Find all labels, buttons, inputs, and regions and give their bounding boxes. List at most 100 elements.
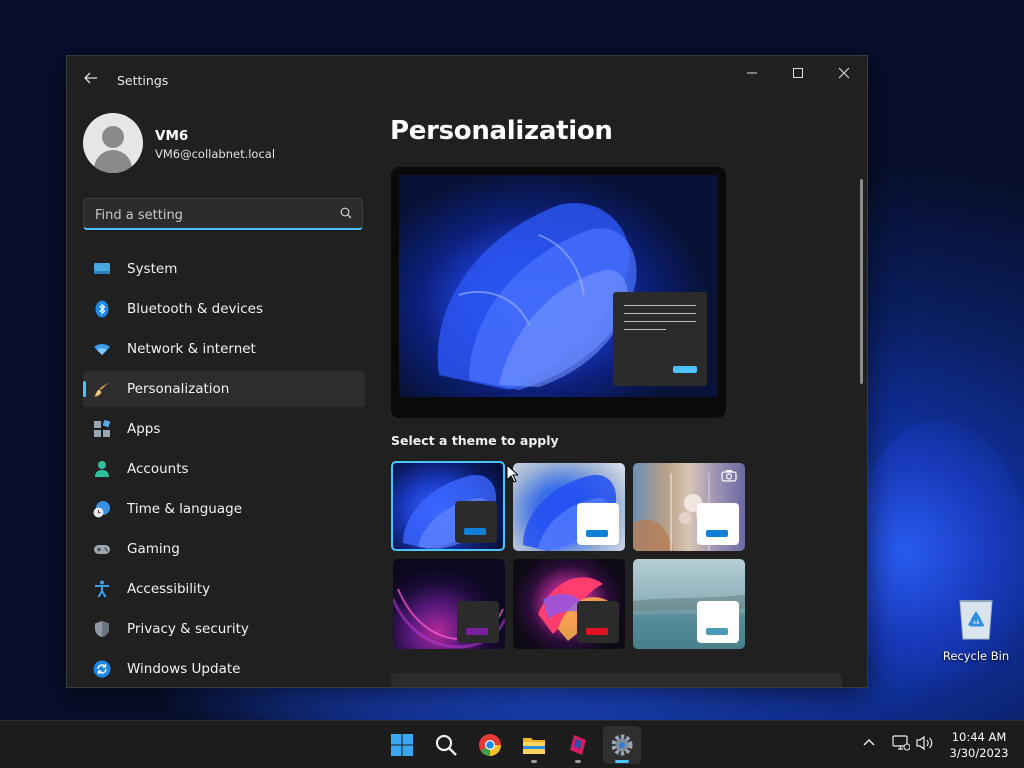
taskbar-search-button[interactable] xyxy=(427,726,465,764)
theme-tile-windows-dark[interactable] xyxy=(391,461,505,551)
accessibility-icon xyxy=(95,580,109,598)
theme-mini-button xyxy=(706,530,728,537)
wifi-icon xyxy=(94,344,110,355)
sidebar-item-network[interactable]: Network & internet xyxy=(83,331,365,367)
recycle-bin-label: Recycle Bin xyxy=(942,649,1010,663)
taskbar-file-explorer[interactable] xyxy=(515,726,553,764)
clock-time: 10:44 AM xyxy=(951,730,1007,744)
active-indicator xyxy=(83,381,86,397)
theme-mini-window xyxy=(455,501,497,543)
minimize-button[interactable] xyxy=(729,56,775,90)
maximize-icon xyxy=(793,68,803,78)
theme-mini-button xyxy=(464,528,486,535)
sidebar-item-label: Privacy & security xyxy=(127,621,249,637)
sidebar-nav: System Bluetooth & devices Network & int… xyxy=(83,251,365,687)
brush-icon xyxy=(94,382,109,397)
window-title: Settings xyxy=(117,73,169,88)
sidebar-item-apps[interactable]: Apps xyxy=(83,411,365,447)
chrome-icon xyxy=(479,734,501,756)
sidebar-item-label: Gaming xyxy=(127,541,180,557)
avatar-head xyxy=(102,126,124,148)
start-button[interactable] xyxy=(383,726,421,764)
accounts-icon xyxy=(95,461,109,477)
theme-tile-windows-spotlight[interactable] xyxy=(633,463,745,551)
sidebar-item-windows-update[interactable]: Windows Update xyxy=(83,651,365,687)
preview-text-line xyxy=(624,305,696,306)
apps-icon xyxy=(94,420,111,437)
theme-mini-window xyxy=(577,601,619,643)
taskbar-chrome[interactable] xyxy=(471,726,509,764)
back-button[interactable] xyxy=(80,69,102,91)
sidebar-item-label: Accounts xyxy=(127,461,189,477)
shield-icon xyxy=(95,621,109,637)
theme-mini-button xyxy=(586,628,608,635)
taskbar: 10:44 AM 3/30/2023 xyxy=(0,720,1024,768)
preview-text-line xyxy=(624,329,666,330)
page-title: Personalization xyxy=(390,116,613,146)
desktop-wallpaper-bloom xyxy=(850,420,1024,710)
preview-text-line xyxy=(624,313,696,314)
sidebar-item-privacy-security[interactable]: Privacy & security xyxy=(83,611,365,647)
search-icon[interactable] xyxy=(340,207,352,219)
theme-preview xyxy=(391,167,726,418)
search-box[interactable] xyxy=(83,198,363,230)
close-icon xyxy=(838,67,850,79)
preview-dialog xyxy=(613,292,707,386)
running-indicator xyxy=(531,760,537,763)
active-indicator xyxy=(615,760,629,763)
bluetooth-icon xyxy=(95,300,109,318)
sidebar-item-time-language[interactable]: Time & language xyxy=(83,491,365,527)
sidebar-item-system[interactable]: System xyxy=(83,251,365,287)
sidebar-item-gaming[interactable]: Gaming xyxy=(83,531,365,567)
taskbar-app[interactable] xyxy=(559,726,597,764)
clock-globe-icon xyxy=(93,501,110,518)
theme-mini-window xyxy=(457,601,499,643)
user-email: VM6@collabnet.local xyxy=(155,147,276,161)
update-icon xyxy=(93,660,111,678)
settings-icon xyxy=(611,734,633,756)
desktop-icon-recycle-bin[interactable]: Recycle Bin xyxy=(942,595,1010,663)
title-bar: Settings xyxy=(67,56,867,104)
scrollbar-thumb[interactable] xyxy=(860,179,863,384)
sidebar-item-accessibility[interactable]: Accessibility xyxy=(83,571,365,607)
back-arrow-icon xyxy=(84,72,97,84)
taskbar-settings[interactable] xyxy=(603,726,641,764)
sidebar-item-label: Windows Update xyxy=(127,661,241,677)
search-icon xyxy=(435,734,457,756)
theme-mini-button xyxy=(706,628,728,635)
recycle-bin-icon xyxy=(959,600,993,640)
minimize-icon xyxy=(747,72,757,74)
camera-icon[interactable] xyxy=(721,469,737,482)
maximize-button[interactable] xyxy=(775,56,821,90)
sidebar-item-label: System xyxy=(127,261,178,277)
sidebar-item-accounts[interactable]: Accounts xyxy=(83,451,365,487)
theme-tile-captured-motion[interactable] xyxy=(513,559,625,649)
sidebar-item-personalization[interactable]: Personalization xyxy=(83,371,365,407)
start-icon xyxy=(391,734,413,756)
sidebar-item-label: Accessibility xyxy=(127,581,211,597)
mouse-cursor-icon xyxy=(506,464,518,483)
sidebar-item-label: Bluetooth & devices xyxy=(127,301,264,317)
running-indicator xyxy=(575,760,581,763)
theme-mini-window xyxy=(697,503,739,545)
theme-mini-button xyxy=(586,530,608,537)
theme-section-label: Select a theme to apply xyxy=(391,433,559,448)
preview-ok-button xyxy=(673,366,697,373)
clock-date: 3/30/2023 xyxy=(949,746,1009,760)
sidebar-item-label: Network & internet xyxy=(127,341,256,357)
settings-card[interactable] xyxy=(391,673,842,687)
network-icon[interactable] xyxy=(892,735,910,751)
chevron-up-icon[interactable] xyxy=(862,735,876,749)
theme-tile-windows-light[interactable] xyxy=(513,463,625,551)
avatar[interactable] xyxy=(83,113,143,173)
preview-text-line xyxy=(624,321,696,322)
theme-tile-glow[interactable] xyxy=(393,559,505,649)
theme-tile-flow[interactable] xyxy=(633,559,745,649)
settings-window: Settings VM6 VM6@collabnet.local System … xyxy=(66,55,868,688)
volume-icon[interactable] xyxy=(916,735,934,751)
close-button[interactable] xyxy=(821,56,867,90)
taskbar-clock[interactable]: 10:44 AM 3/30/2023 xyxy=(944,729,1014,761)
sidebar-item-bluetooth[interactable]: Bluetooth & devices xyxy=(83,291,365,327)
sidebar-item-label: Time & language xyxy=(127,501,243,517)
search-input[interactable] xyxy=(93,205,327,225)
